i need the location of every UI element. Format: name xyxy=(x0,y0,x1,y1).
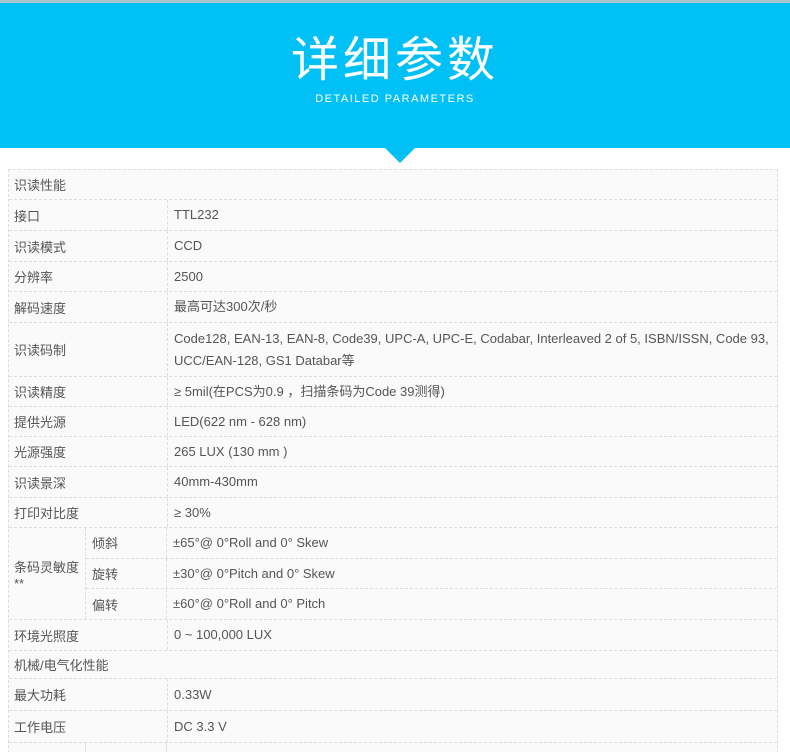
spec-row-light-source: 提供光源 LED(622 nm - 628 nm) xyxy=(9,407,777,437)
spec-row-resolution: 分辨率 2500 xyxy=(9,262,777,292)
spec-value: 最高可达300次/秒 xyxy=(168,292,777,322)
spec-value xyxy=(167,743,777,752)
spec-label: 工作电压 xyxy=(9,711,168,742)
sub-label: 倾斜 xyxy=(86,528,167,558)
spec-label: 接口 xyxy=(9,200,168,230)
group-label: 条码灵敏度** xyxy=(9,528,86,619)
spec-row-reading-mode: 识读模式 CCD xyxy=(9,231,777,262)
spec-label: 解码速度 xyxy=(9,292,168,322)
spec-row-light-intensity: 光源强度 265 LUX (130 mm ) xyxy=(9,437,777,467)
group-subrows: 倾斜 ±65°@ 0°Roll and 0° Skew 旋转 ±30°@ 0°P… xyxy=(86,528,777,619)
spec-row-symbologies: 识读码制 Code128, EAN-13, EAN-8, Code39, UPC… xyxy=(9,323,777,377)
subrow-clipped xyxy=(86,743,777,752)
spec-label: 提供光源 xyxy=(9,407,168,436)
spec-row-working-voltage: 工作电压 DC 3.3 V xyxy=(9,711,777,743)
section-title: 机械/电气化性能 xyxy=(9,651,777,678)
subrow-rotation: 旋转 ±30°@ 0°Pitch and 0° Skew xyxy=(86,559,777,590)
spec-row-max-power: 最大功耗 0.33W xyxy=(9,679,777,711)
spec-value: 40mm-430mm xyxy=(168,467,777,497)
section-row-reading-performance: 识读性能 xyxy=(9,170,777,200)
group-subrows xyxy=(86,743,777,752)
spec-value: ±65°@ 0°Roll and 0° Skew xyxy=(167,528,777,558)
subrow-deflection: 偏转 ±60°@ 0°Roll and 0° Pitch xyxy=(86,589,777,619)
spec-value: DC 3.3 V xyxy=(168,711,777,742)
spec-label: 识读景深 xyxy=(9,467,168,497)
spec-value: Code128, EAN-13, EAN-8, Code39, UPC-A, U… xyxy=(168,323,777,376)
spec-value: ±30°@ 0°Pitch and 0° Skew xyxy=(167,559,777,589)
spec-label: 识读精度 xyxy=(9,377,168,406)
section-title: 识读性能 xyxy=(9,170,777,199)
sub-label xyxy=(86,743,167,752)
spec-value: 0.33W xyxy=(168,679,777,710)
spec-label: 识读模式 xyxy=(9,231,168,261)
top-strip xyxy=(0,0,790,3)
spec-value: LED(622 nm - 628 nm) xyxy=(168,407,777,436)
spec-row-decode-speed: 解码速度 最高可达300次/秒 xyxy=(9,292,777,323)
page-title: 详细参数 xyxy=(291,33,499,89)
sub-label: 旋转 xyxy=(86,559,167,589)
spec-value: 265 LUX (130 mm ) xyxy=(168,437,777,466)
subrow-tilt: 倾斜 ±65°@ 0°Roll and 0° Skew xyxy=(86,528,777,559)
clipped-next-row xyxy=(9,743,777,752)
spec-value: CCD xyxy=(168,231,777,261)
spec-value: 2500 xyxy=(168,262,777,291)
spec-label: 打印对比度 xyxy=(9,498,168,527)
spec-label: 分辨率 xyxy=(9,262,168,291)
spec-table: 识读性能 接口 TTL232 识读模式 CCD 分辨率 2500 解码速度 最高… xyxy=(8,169,778,752)
spec-row-ambient-light: 环境光照度 0 ~ 100,000 LUX xyxy=(9,620,777,651)
spec-row-reading-precision: 识读精度 ≥ 5mil(在PCS为0.9 ，扫描条码为Code 39测得) xyxy=(9,377,777,407)
spec-value: ≥ 30% xyxy=(168,498,777,527)
spec-value: ±60°@ 0°Roll and 0° Pitch xyxy=(167,589,777,619)
spec-label: 识读码制 xyxy=(9,323,168,376)
spec-label: 环境光照度 xyxy=(9,620,168,650)
spec-row-print-contrast: 打印对比度 ≥ 30% xyxy=(9,498,777,528)
product-detail-page: 详细参数 DETAILED PARAMETERS 识读性能 接口 TTL232 … xyxy=(0,0,790,752)
spec-row-depth-of-field: 识读景深 40mm-430mm xyxy=(9,467,777,498)
banner-pointer-triangle xyxy=(385,148,415,163)
spec-label: 光源强度 xyxy=(9,437,168,466)
spec-label: 最大功耗 xyxy=(9,679,168,710)
spec-value: TTL232 xyxy=(168,200,777,230)
group-label xyxy=(9,743,86,752)
spec-row-interface: 接口 TTL232 xyxy=(9,200,777,231)
sub-label: 偏转 xyxy=(86,589,167,619)
spec-value: ≥ 5mil(在PCS为0.9 ，扫描条码为Code 39测得) xyxy=(168,377,777,406)
detail-params-banner: 详细参数 DETAILED PARAMETERS xyxy=(0,0,790,148)
page-subtitle: DETAILED PARAMETERS xyxy=(0,93,790,105)
group-row-barcode-sensitivity: 条码灵敏度** 倾斜 ±65°@ 0°Roll and 0° Skew 旋转 ±… xyxy=(9,528,777,620)
spec-value: 0 ~ 100,000 LUX xyxy=(168,620,777,650)
section-row-mechanical-electrical: 机械/电气化性能 xyxy=(9,651,777,679)
